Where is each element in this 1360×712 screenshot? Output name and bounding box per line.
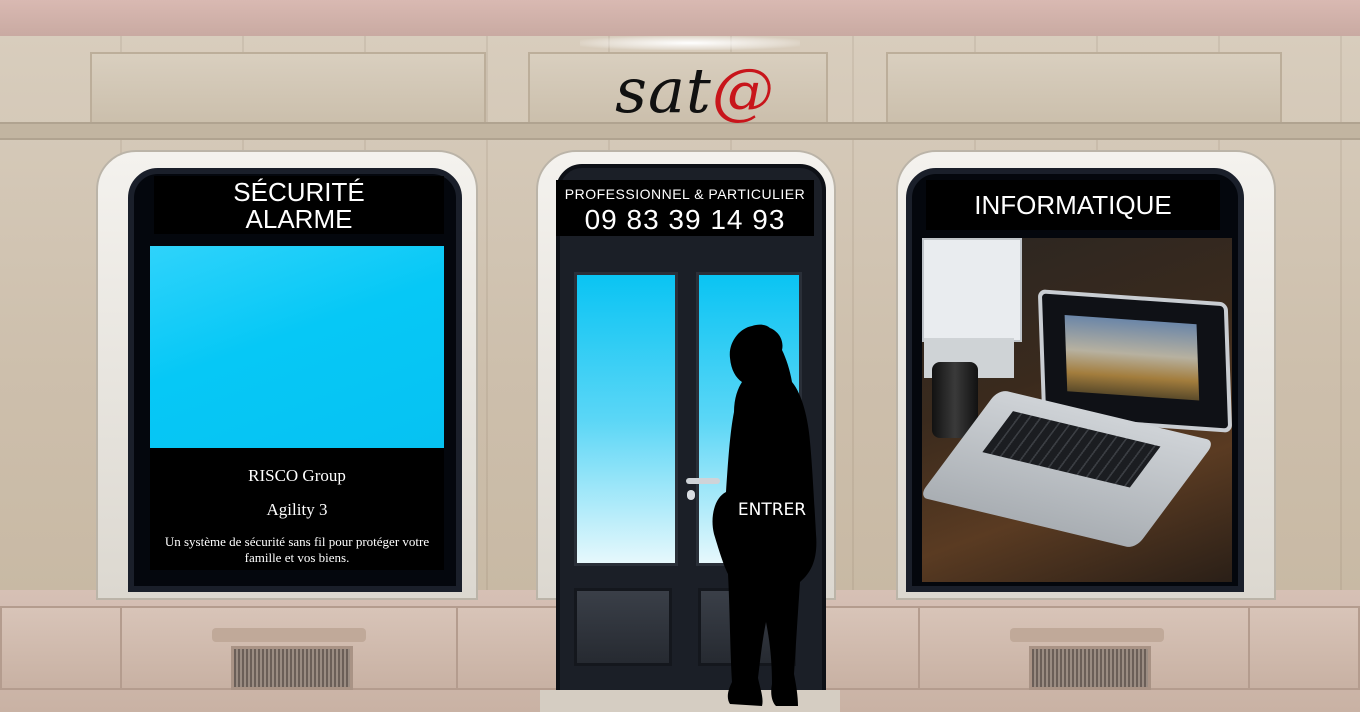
laptop-keyboard-shape	[982, 411, 1161, 488]
laptop-photo[interactable]	[922, 238, 1232, 582]
security-sign-line1: SÉCURITÉ	[233, 177, 365, 207]
enter-button[interactable]: ENTRER	[728, 496, 816, 522]
door-panel-left	[574, 588, 672, 666]
logo-at: @	[711, 53, 775, 127]
door-lock	[687, 490, 695, 500]
door-sign-tagline: PROFESSIONNEL & PARTICULIER	[564, 186, 806, 202]
product-description: Un système de sécurité sans fil pour pro…	[164, 534, 430, 565]
logo-text: sat	[615, 53, 712, 127]
vent-grille	[231, 646, 353, 690]
sata-logo[interactable]: sat @	[600, 48, 790, 132]
base-block	[0, 606, 122, 690]
product-name: Agility 3	[266, 500, 328, 519]
vent-sill	[212, 628, 366, 642]
vent-grille	[1029, 646, 1151, 690]
it-sign-text: INFORMATIQUE	[974, 190, 1172, 220]
door-glass-left	[574, 272, 678, 566]
door-sign: PROFESSIONNEL & PARTICULIER 09 83 39 14 …	[556, 180, 814, 236]
base-block	[820, 606, 920, 690]
product-brand: RISCO Group	[248, 466, 346, 485]
product-panel[interactable]: RISCO Group Agility 3 Un système de sécu…	[150, 448, 444, 570]
facade-cornice	[0, 0, 1360, 39]
base-block	[456, 606, 558, 690]
monitor-shape	[922, 238, 1022, 342]
security-sign-line2: ALARME	[245, 204, 353, 234]
security-screen[interactable]	[150, 246, 444, 448]
security-sign[interactable]: SÉCURITÉ ALARME	[154, 176, 444, 234]
facade-panel	[886, 52, 1282, 124]
base-block	[1248, 606, 1360, 690]
facade-panel	[90, 52, 486, 124]
laptop-wallpaper-shape	[1064, 315, 1200, 401]
phone-number[interactable]: 09 83 39 14 93	[556, 204, 814, 236]
it-sign[interactable]: INFORMATIQUE	[926, 180, 1220, 230]
vent-sill	[1010, 628, 1164, 642]
